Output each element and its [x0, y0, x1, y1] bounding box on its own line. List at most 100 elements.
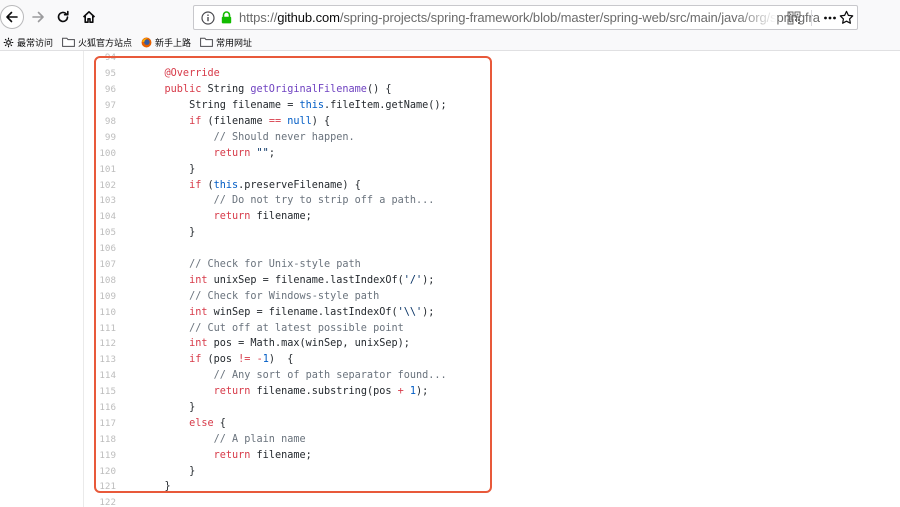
line-number[interactable]: 100	[84, 148, 116, 159]
code-text: int unixSep = filename.lastIndexOf('/');	[140, 275, 434, 286]
bookmark-most-visited[interactable]: 最常访问	[3, 36, 53, 49]
line-number[interactable]: 97	[84, 100, 116, 111]
code-line: 94	[84, 50, 900, 66]
line-number[interactable]: 102	[84, 180, 116, 191]
code-token: return	[140, 211, 257, 223]
code-table: 94 95 @Override 96 public String getOrigin…	[84, 50, 900, 507]
line-number[interactable]: 117	[84, 418, 116, 429]
bookmarks-bar: 最常访问 火狐官方站点 新手上路 常用网址	[0, 34, 900, 51]
bookmark-firefox-official[interactable]: 火狐官方站点	[62, 36, 132, 49]
code-token: !=	[238, 354, 251, 366]
code-token: public	[140, 84, 208, 96]
code-token: // A plain name	[140, 433, 306, 445]
lock-icon[interactable]	[221, 11, 232, 24]
qr-code-icon[interactable]	[787, 11, 801, 25]
code-token: unixSep = filename.lastIndexOf(	[213, 274, 404, 286]
code-text: // Any sort of path separator found...	[140, 370, 447, 381]
line-number[interactable]: 115	[84, 386, 116, 397]
code-text: if (filename == null) {	[140, 116, 330, 127]
code-viewer: 94 95 @Override 96 public String getOrigin…	[83, 51, 900, 507]
line-number[interactable]: 106	[84, 243, 116, 254]
line-number[interactable]: 114	[84, 370, 116, 381]
line-number[interactable]: 118	[84, 434, 116, 445]
code-line: 104 return filename;	[84, 209, 900, 225]
firefox-icon	[141, 37, 152, 47]
line-number[interactable]: 122	[84, 497, 116, 507]
line-number[interactable]: 120	[84, 466, 116, 477]
code-line: 98 if (filename == null) {	[84, 114, 900, 130]
code-token: ) {	[311, 116, 331, 127]
line-number[interactable]: 112	[84, 338, 116, 349]
code-line: 108 int unixSep = filename.lastIndexOf('…	[84, 272, 900, 288]
line-number[interactable]: 121	[84, 481, 116, 492]
code-text: }	[140, 481, 171, 492]
code-token: filename;	[256, 211, 312, 223]
code-token: ;	[268, 147, 275, 159]
code-token: return	[140, 386, 257, 398]
line-number[interactable]: 96	[84, 84, 116, 95]
code-token: int	[140, 274, 214, 286]
code-line: 115 return filename.substring(pos + 1);	[84, 384, 900, 400]
code-token: int	[140, 306, 214, 318]
line-number[interactable]: 94	[84, 52, 116, 63]
code-token: // Should never happen.	[140, 131, 355, 143]
line-number[interactable]: 101	[84, 164, 116, 175]
more-icon[interactable]	[823, 11, 837, 25]
code-token: }	[140, 402, 196, 414]
line-number[interactable]: 113	[84, 354, 116, 365]
line-number[interactable]: 110	[84, 307, 116, 318]
code-text: int pos = Math.max(winSep, unixSep);	[140, 338, 410, 349]
code-line: 116 }	[84, 400, 900, 416]
bookmark-common-sites[interactable]: 常用网址	[200, 36, 252, 49]
code-line: 121 }	[84, 479, 900, 495]
url-bar[interactable]: https://github.com/spring-projects/sprin…	[193, 5, 858, 30]
code-line: 109 // Check for Windows-style path	[84, 288, 900, 304]
line-number[interactable]: 95	[84, 68, 116, 79]
url-fade	[737, 6, 777, 29]
back-button[interactable]	[0, 5, 24, 29]
line-number[interactable]: 103	[84, 195, 116, 206]
reload-button[interactable]	[52, 6, 74, 28]
line-number[interactable]: 98	[84, 116, 116, 127]
line-number[interactable]: 111	[84, 323, 116, 334]
code-text: return filename.substring(pos + 1);	[140, 386, 429, 398]
line-number[interactable]: 109	[84, 291, 116, 302]
bookmark-label: 最常访问	[17, 37, 54, 48]
bookmark-label: 火狐官方站点	[78, 37, 133, 48]
forward-button[interactable]	[27, 6, 49, 28]
line-number[interactable]: 116	[84, 402, 116, 413]
line-number[interactable]: 104	[84, 211, 116, 222]
line-number[interactable]: 119	[84, 450, 116, 461]
code-text: // Cut off at latest possible point	[140, 323, 404, 334]
code-text: public String getOriginalFilename() {	[140, 84, 392, 95]
code-text: @Override	[140, 68, 220, 79]
line-number[interactable]: 105	[84, 227, 116, 238]
code-line: 113 if (pos != -1) {	[84, 352, 900, 368]
line-number[interactable]: 107	[84, 259, 116, 270]
code-token: null	[287, 116, 312, 127]
code-line: 110 int winSep = filename.lastIndexOf('\…	[84, 304, 900, 320]
code-text: return filename;	[140, 450, 312, 461]
code-token: return	[140, 449, 257, 461]
bookmark-getting-started[interactable]: 新手上路	[141, 36, 191, 49]
line-number[interactable]: 99	[84, 132, 116, 143]
bookmark-label: 常用网址	[216, 37, 253, 48]
code-token: // Cut off at latest possible point	[140, 322, 404, 334]
code-token: winSep = filename.lastIndexOf(	[213, 306, 398, 318]
code-token: else	[140, 417, 220, 429]
info-icon[interactable]	[201, 10, 215, 25]
code-token: }	[140, 481, 171, 493]
line-number[interactable]: 108	[84, 275, 116, 286]
code-line: 106	[84, 241, 900, 257]
code-text: return "";	[140, 148, 275, 159]
code-line: 107 // Check for Unix-style path	[84, 257, 900, 273]
url-text: https://github.com/spring-projects/sprin…	[239, 10, 820, 25]
home-button[interactable]	[78, 6, 100, 28]
code-text: return filename;	[140, 211, 312, 222]
code-text: }	[140, 164, 195, 175]
code-token: filename;	[256, 449, 312, 461]
code-text: }	[140, 227, 195, 238]
bookmark-star-icon[interactable]	[839, 10, 854, 25]
code-line: 101 }	[84, 161, 900, 177]
code-token: );	[422, 306, 435, 318]
